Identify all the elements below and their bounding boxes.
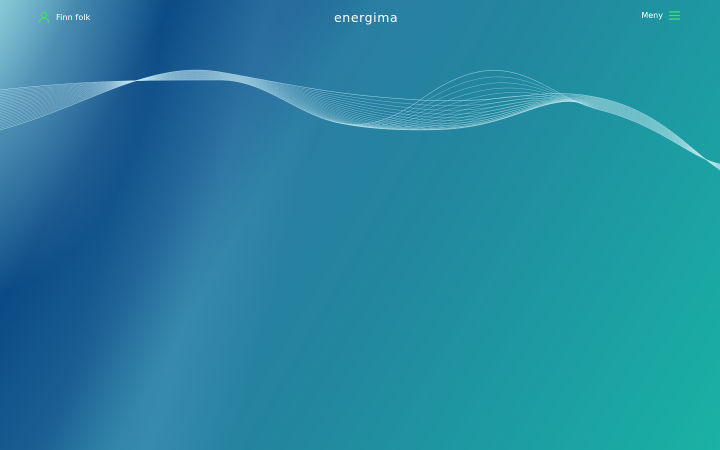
energima-logo[interactable]: energima	[334, 10, 398, 25]
menu-label: Meny	[641, 11, 663, 20]
wave-line	[0, 73, 720, 169]
user-icon	[38, 11, 50, 23]
decorative-wave-lines	[0, 69, 720, 171]
site-header: Finn folk energima Meny	[0, 0, 720, 38]
hamburger-menu-icon	[669, 11, 680, 20]
find-people-label: Finn folk	[56, 12, 91, 22]
find-people-link[interactable]: Finn folk	[38, 11, 90, 23]
menu-button[interactable]: Meny	[641, 11, 680, 20]
